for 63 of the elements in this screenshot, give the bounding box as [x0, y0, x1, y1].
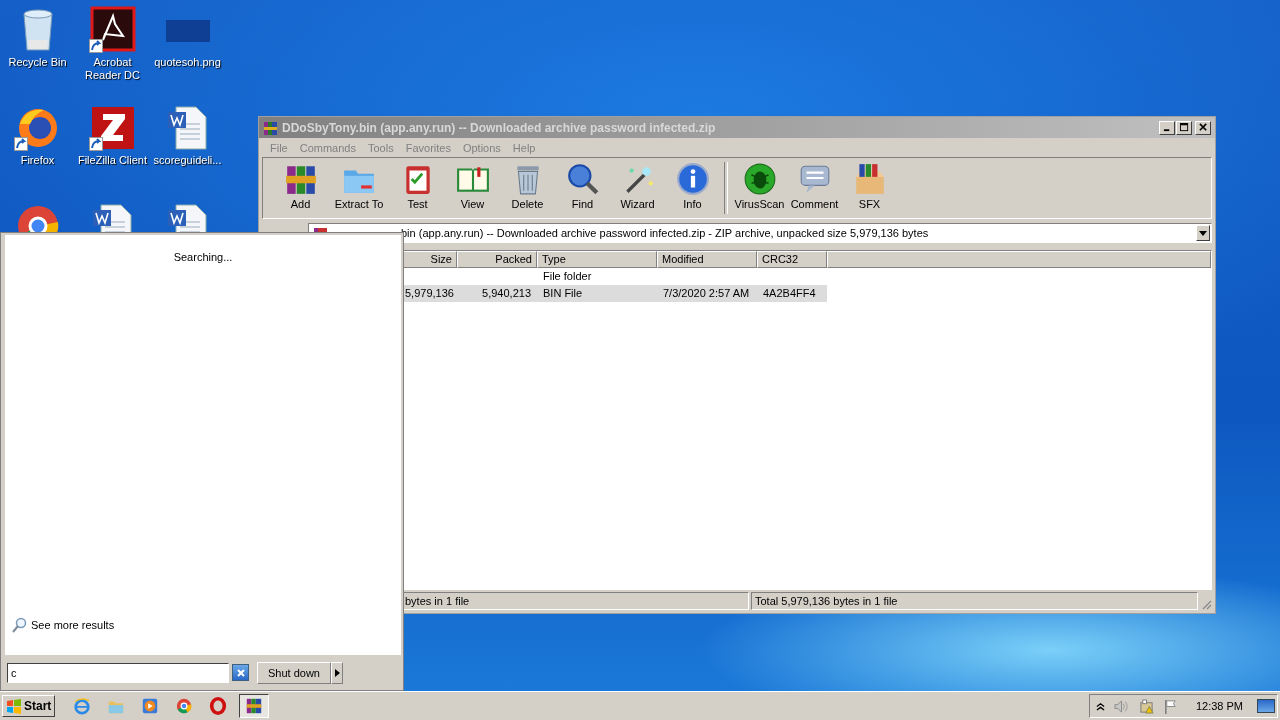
table-cell: 7/3/2020 2:57 AM	[663, 287, 750, 299]
chevron-icon[interactable]	[1095, 701, 1105, 711]
toolbar-button[interactable]: Wizard	[610, 162, 665, 210]
toolbar-button[interactable]: VirusScan	[732, 162, 787, 210]
show-desktop-button[interactable]	[1257, 699, 1275, 713]
close-icon	[235, 667, 246, 678]
table-cell: 5,940,213	[482, 287, 531, 299]
clock[interactable]: 12:38 PM	[1195, 700, 1243, 712]
shut-down-options-button[interactable]	[331, 661, 343, 684]
desktop-icon-label[interactable]: FileZilla Client	[77, 154, 148, 167]
magnifier-icon	[565, 162, 600, 196]
media-player-icon	[141, 697, 160, 715]
close-button[interactable]	[1195, 120, 1211, 135]
table-cell: BIN File	[543, 287, 583, 299]
start-button[interactable]: Start	[2, 695, 56, 717]
books-icon	[245, 697, 264, 715]
maximize-icon	[1179, 123, 1189, 132]
desktop-icon-label[interactable]: Acrobat Reader DC	[75, 56, 150, 82]
minimize-button[interactable]	[1159, 120, 1175, 135]
books-icon	[263, 119, 279, 136]
taskbar-app-button[interactable]	[239, 694, 270, 718]
close-icon	[1198, 123, 1208, 132]
shut-down-button[interactable]: Shut down	[257, 661, 331, 684]
opera-icon	[209, 697, 228, 715]
windows-logo-icon	[6, 698, 22, 714]
window-title: DDoSbyTony.bin (app.any.run) -- Downloaded archive password infected.zip	[282, 120, 717, 135]
toolbar-button[interactable]: Info	[665, 162, 720, 210]
table-cell: 4A2B4FF4	[763, 287, 816, 299]
clear-search-button[interactable]	[232, 664, 249, 681]
chrome-icon	[175, 697, 194, 715]
toolbar-button[interactable]: Find	[555, 162, 610, 210]
acrobat-icon[interactable]	[88, 6, 137, 54]
caret-icon	[334, 668, 340, 677]
toolbar-button[interactable]: Delete	[500, 162, 555, 210]
status-text: Total 5,979,136 bytes in 1 file	[755, 595, 898, 607]
table-cell: File folder	[543, 270, 592, 282]
toolbar-button[interactable]: View	[445, 162, 500, 210]
maximize-button[interactable]	[1176, 120, 1192, 135]
resize-grip-icon[interactable]	[1200, 598, 1212, 610]
toolbar-button[interactable]: SFX	[842, 162, 897, 210]
desktop-icon-label[interactable]: Firefox	[20, 154, 55, 167]
internet-explorer-icon	[73, 697, 92, 715]
toolbar-button[interactable]: Add	[273, 162, 328, 210]
column-header[interactable]: Packed	[457, 251, 537, 268]
toolbar-button[interactable]: Extract To	[328, 162, 390, 210]
status-text: bytes in 1 file	[405, 595, 470, 607]
see-more-results-link[interactable]: See more results	[11, 617, 115, 633]
toolbar-button[interactable]: Test	[390, 162, 445, 210]
column-header[interactable]: CRC32	[757, 251, 827, 268]
desktop-icon-label[interactable]: scoreguideli...	[153, 154, 222, 167]
column-header[interactable]: Type	[537, 251, 657, 268]
search-icon	[11, 617, 27, 633]
bug-icon	[742, 162, 777, 196]
search-status: Searching...	[173, 251, 233, 263]
desktop-icon-label[interactable]: Recycle Bin	[8, 56, 67, 69]
column-header[interactable]: Modified	[657, 251, 757, 268]
info-icon	[675, 162, 710, 196]
search-field[interactable]: c	[7, 662, 229, 683]
desktop-icon-label[interactable]: quotesoh.png	[154, 56, 221, 69]
caret-icon	[1199, 230, 1207, 236]
toolbar-button[interactable]: Comment	[787, 162, 842, 210]
flag-icon[interactable]	[1162, 698, 1178, 714]
table-cell: 5,979,136	[405, 287, 454, 299]
